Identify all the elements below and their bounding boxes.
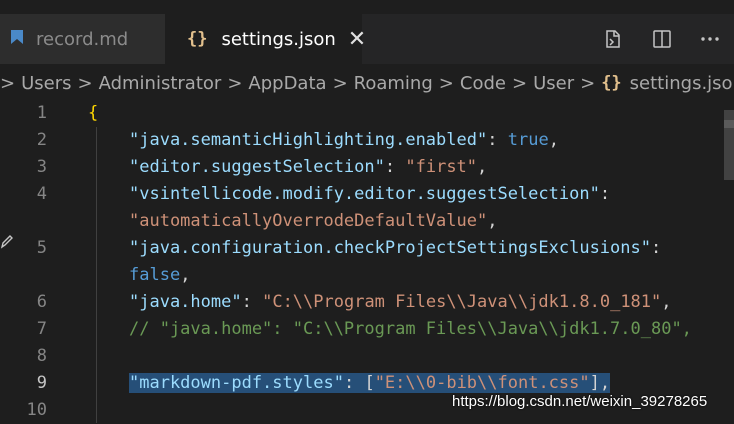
code-editor[interactable]: 1{2 "java.semanticHighlighting.enabled": … [0,100,734,423]
line-number: 3 [36,157,47,177]
code-text: // "java.home": "C:\\Program Files\\Java… [129,319,692,339]
markdown-icon [10,28,24,51]
line-number: 6 [36,292,47,312]
breadcrumb-item-settings-json[interactable]: settings.json [630,73,734,94]
code-text: "vsintellicode.modify.editor.suggestSele… [129,184,611,204]
tab-record-md[interactable]: record.md [0,14,165,64]
breadcrumb-item-users[interactable]: Users [21,73,71,94]
line-number: 7 [36,319,47,339]
code-line[interactable]: 4 "vsintellicode.modify.editor.suggestSel… [0,181,734,208]
code-line[interactable]: 1{ [0,100,734,127]
split-editor-icon[interactable] [638,14,686,64]
tab-label: record.md [36,28,129,50]
code-line[interactable]: 3 "editor.suggestSelection": "first", [0,154,734,181]
breadcrumb-separator: > [438,72,454,94]
top-strip [0,0,734,14]
breadcrumb-item-administrator[interactable]: Administrator [99,73,222,94]
line-number: 8 [36,346,47,366]
line-number: 4 [36,184,47,204]
more-actions-icon[interactable] [686,14,734,64]
code-line[interactable]: 2 "java.semanticHighlighting.enabled": tr… [0,127,734,154]
code-line[interactable]: 8 [0,343,734,370]
json-braces-icon: {} [601,73,622,93]
breadcrumb: > Users > Administrator > AppData > Roam… [0,64,734,102]
line-number: 10 [26,400,47,420]
code-line[interactable]: 5 "java.configuration.checkProjectSetting… [0,235,734,262]
tab-label: settings.json [221,28,336,50]
code-text: "editor.suggestSelection": "first", [129,157,488,177]
watermark: https://blog.csdn.net/weixin_39278265 [452,393,708,410]
breadcrumb-separator: > [0,72,16,94]
close-icon[interactable]: ✕ [348,27,366,52]
scrollbar-marker [724,120,734,128]
code-text: { [88,103,99,123]
code-text: "java.semanticHighlighting.enabled": tru… [129,130,559,150]
code-text: "java.configuration.checkProjectSettings… [129,238,662,258]
pencil-icon[interactable] [0,233,14,249]
code-line[interactable]: 6 "java.home": "C:\\Program Files\\Java\\… [0,289,734,316]
line-number: 1 [36,103,47,123]
code-text: "automaticallyOverrodeDefaultValue", [129,211,498,231]
breadcrumb-separator: > [227,72,243,94]
code-line[interactable]: 7 // "java.home": "C:\\Program Files\\Jav… [0,316,734,343]
tab-settings-json[interactable]: {} settings.json ✕ [165,14,366,64]
breadcrumb-separator: > [77,72,93,94]
breadcrumb-item-user[interactable]: User [533,73,574,94]
json-braces-icon: {} [187,29,208,49]
breadcrumb-item-roaming[interactable]: Roaming [354,73,433,94]
breadcrumb-separator: > [511,72,528,94]
code-text: false, [129,265,191,285]
editor-actions [590,14,734,64]
line-number: 9 [36,373,47,393]
breadcrumb-separator: > [332,72,348,94]
open-preview-icon[interactable] [590,14,638,64]
breadcrumb-item-appdata[interactable]: AppData [248,73,326,94]
breadcrumb-separator: > [580,72,596,94]
code-text: "java.home": "C:\\Program Files\\Java\\j… [129,292,672,312]
code-line[interactable]: false, [0,262,734,289]
line-number: 2 [36,130,47,150]
breadcrumb-item-code[interactable]: Code [460,73,506,94]
code-line[interactable]: "automaticallyOverrodeDefaultValue", [0,208,734,235]
